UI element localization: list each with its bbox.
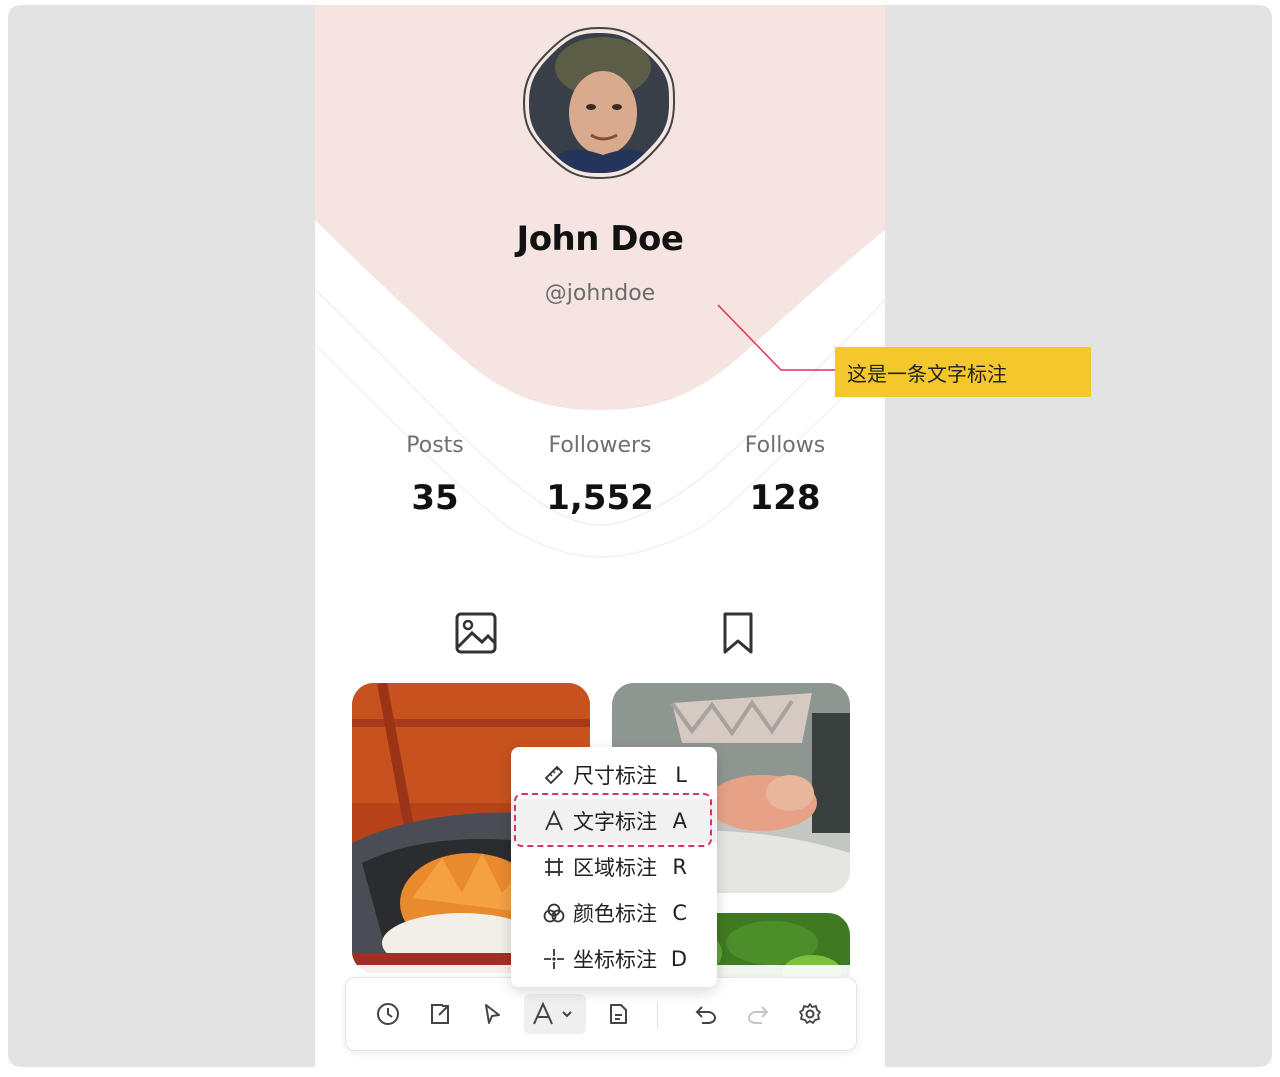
text-annotation-text: 这是一条文字标注 xyxy=(847,361,1007,386)
menu-item-label: 区域标注 xyxy=(573,856,657,880)
menu-item-color[interactable]: 颜色标注 C xyxy=(511,891,717,935)
menu-item-shortcut: R xyxy=(672,855,687,879)
area-icon xyxy=(541,854,567,880)
menu-item-coordinate[interactable]: 坐标标注 D xyxy=(511,937,717,981)
color-icon xyxy=(541,900,567,926)
annotation-type-menu: 尺寸标注 L 文字标注 A 区域标注 R 颜色标注 C 坐标标注 D xyxy=(511,747,717,987)
crosshair-icon xyxy=(541,946,567,972)
text-annotation-note[interactable]: 这是一条文字标注 xyxy=(835,347,1091,397)
menu-item-shortcut: D xyxy=(670,947,687,971)
menu-item-shortcut: C xyxy=(672,901,687,925)
menu-item-label: 颜色标注 xyxy=(573,902,657,926)
menu-item-shortcut: L xyxy=(675,763,687,787)
menu-item-area[interactable]: 区域标注 R xyxy=(511,845,717,889)
menu-item-dimension[interactable]: 尺寸标注 L xyxy=(511,753,717,797)
canvas-frame: John Doe @johndoe Posts 35 Followers 1,5… xyxy=(8,5,1272,1067)
menu-item-label: 尺寸标注 xyxy=(573,764,657,788)
menu-item-label: 坐标标注 xyxy=(573,948,657,972)
ruler-icon xyxy=(541,762,567,788)
selected-item-highlight xyxy=(514,793,712,847)
